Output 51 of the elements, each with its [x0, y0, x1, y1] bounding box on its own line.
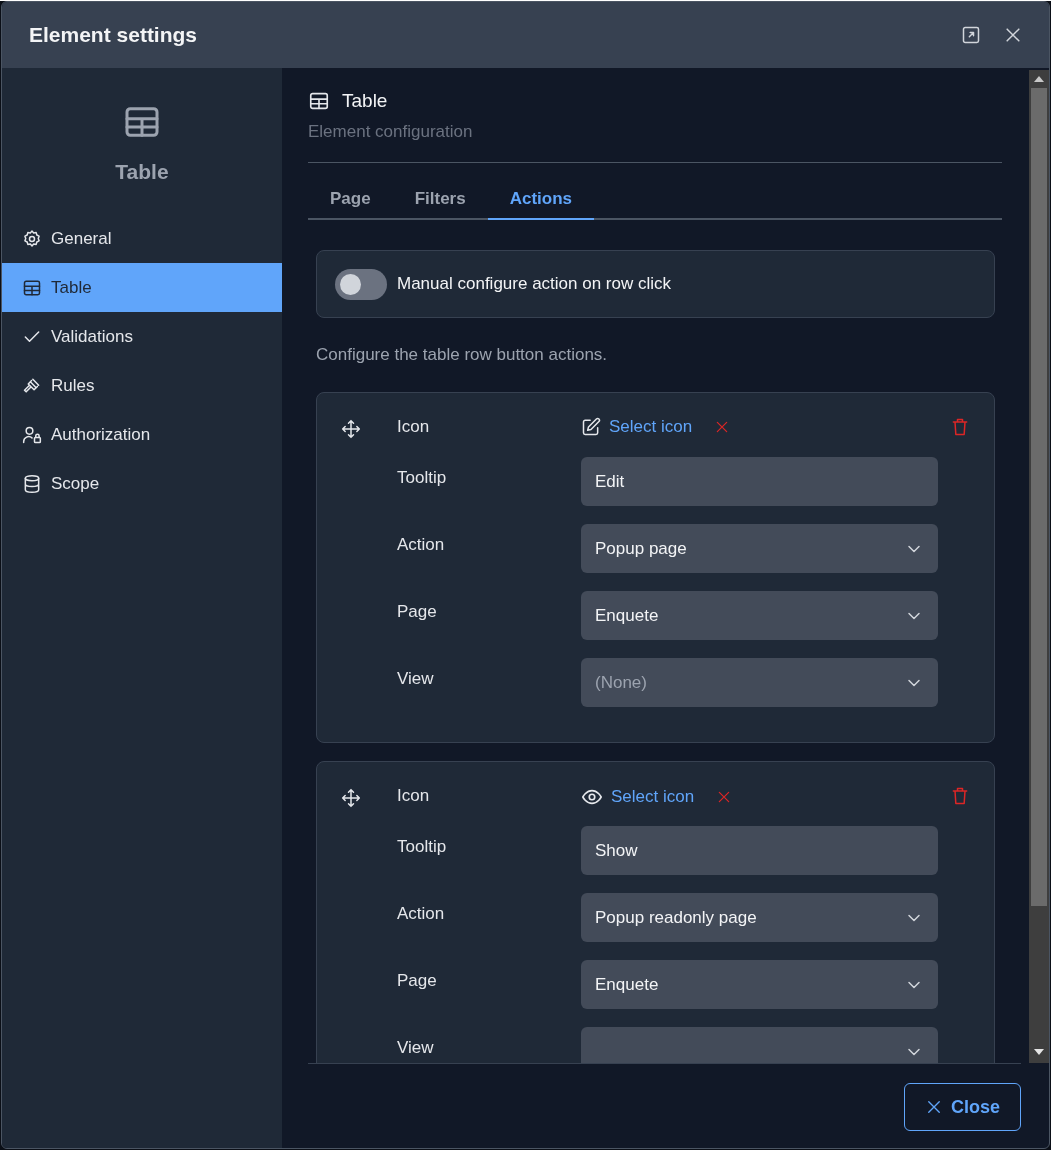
select-field[interactable]: Popup readonly page [581, 893, 938, 942]
sidebar-item[interactable]: Scope [2, 459, 282, 508]
maximize-icon [961, 25, 981, 45]
trash-icon [950, 417, 970, 437]
user-lock-icon [22, 424, 42, 445]
move-icon [341, 788, 361, 808]
delete-button[interactable] [950, 786, 970, 806]
select-field[interactable] [581, 1027, 938, 1063]
field-label: Icon [397, 786, 431, 806]
select-field[interactable]: Enquete [581, 960, 938, 1009]
database-icon [22, 473, 42, 494]
sidebar-item[interactable]: Validations [2, 312, 282, 361]
field-label: View [397, 668, 435, 689]
field-label: Page [397, 970, 438, 991]
select-field[interactable]: Enquete [581, 591, 938, 640]
settings-icon [22, 228, 42, 249]
section-subtitle: Element configuration [308, 122, 1002, 163]
section-heading: Table [342, 90, 388, 112]
tooltip-field[interactable]: Show [581, 826, 938, 875]
table-icon [308, 90, 330, 112]
delete-button[interactable] [950, 417, 970, 437]
tooltip-field[interactable]: Edit [581, 457, 938, 506]
trash-icon [950, 786, 970, 806]
sidebar-item[interactable]: General [2, 214, 282, 263]
field-label: Tooltip [397, 836, 448, 857]
sidebar-item[interactable]: Rules [2, 361, 282, 410]
close-button[interactable]: Close [903, 1083, 1021, 1131]
field-label: Action [397, 903, 446, 924]
select-icon-link[interactable]: Select icon [611, 787, 695, 807]
scrollbar[interactable] [1029, 70, 1049, 1063]
field-label: Action [397, 534, 446, 555]
select-field[interactable]: Popup page [581, 524, 938, 573]
field-label: Icon [397, 417, 431, 437]
tab[interactable]: Filters [392, 177, 488, 220]
sidebar-item[interactable]: Authorization [2, 410, 282, 459]
element-title: Table [115, 160, 169, 184]
select-field[interactable]: (None) [581, 658, 938, 707]
field-label: Tooltip [397, 467, 448, 488]
field-label: View [397, 1037, 435, 1058]
field-label: Page [397, 601, 438, 622]
select-icon-link[interactable]: Select icon [609, 417, 693, 437]
close-icon [1003, 25, 1023, 45]
tab[interactable]: Actions [487, 177, 594, 220]
sidebar-item[interactable]: Table [2, 263, 282, 312]
dialog-title: Element settings [29, 23, 199, 47]
toggle-switch[interactable] [335, 268, 387, 300]
tab[interactable]: Page [308, 177, 393, 220]
description-text: Configure the table row button actions. [316, 345, 609, 365]
edit-icon [581, 417, 601, 437]
toggle-label: Manual configure action on row click [397, 274, 672, 294]
move-icon [341, 419, 361, 439]
